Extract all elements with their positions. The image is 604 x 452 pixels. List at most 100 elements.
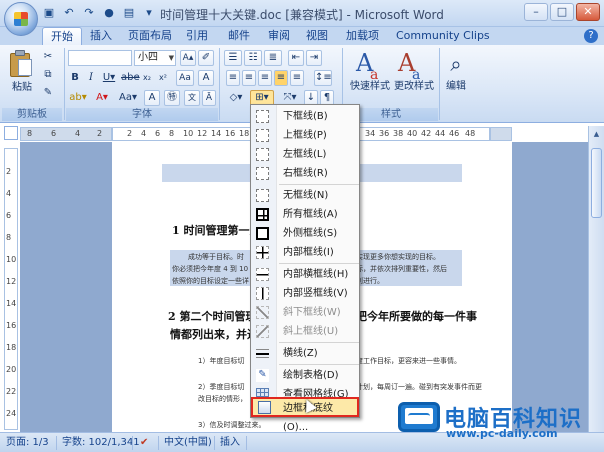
shading-button[interactable]: ◇▾: [226, 90, 246, 106]
status-word-count[interactable]: 字数: 102/1,341: [62, 433, 140, 452]
close-button[interactable]: ✕: [576, 3, 600, 21]
list-item: 计划，每周订一遍。碰到有突发事件而更: [356, 383, 482, 391]
decrease-indent-button[interactable]: ⇤: [288, 50, 304, 66]
tab-addins[interactable]: 加载项: [346, 27, 379, 45]
title-bar: ▣ ↶ ↷ ● ▤ ▾ 时间管理十大关键.doc [兼容模式] - Micros…: [0, 0, 604, 27]
menu-item-inside-vertical[interactable]: 内部竖框线(V): [251, 284, 359, 303]
copy-icon[interactable]: ⧉: [40, 67, 56, 83]
ruler-number: 14: [6, 299, 17, 308]
clear-format-button[interactable]: ✐: [198, 50, 214, 66]
phonetic-guide-button[interactable]: 文: [184, 90, 200, 106]
subscript-button[interactable]: x₂: [140, 70, 154, 86]
find-binoculars-icon[interactable]: ⌕: [444, 51, 468, 77]
cut-icon[interactable]: ✂: [40, 49, 56, 65]
font-name-field[interactable]: [68, 50, 132, 66]
tab-community-clips[interactable]: Community Clips: [396, 27, 490, 45]
highlight-color-button[interactable]: ab▾: [68, 90, 88, 106]
text-effect-button[interactable]: Ā: [202, 90, 216, 106]
status-insert-mode[interactable]: 插入: [220, 433, 240, 452]
status-language[interactable]: 中文(中国): [164, 433, 212, 452]
menu-item-horizontal-line[interactable]: 横线(Z): [251, 344, 359, 363]
vertical-scrollbar[interactable]: ▲: [588, 126, 604, 432]
paste-button[interactable]: 粘贴: [8, 80, 36, 96]
ruler-number: 42: [421, 129, 432, 138]
tab-references[interactable]: 引用: [186, 27, 208, 45]
line-spacing-button[interactable]: ↕≡: [314, 70, 332, 86]
maximize-button[interactable]: □: [550, 3, 574, 21]
status-divider: [158, 436, 159, 450]
ruler-number: 6: [6, 211, 12, 220]
menu-item-no-border[interactable]: 无框线(N): [251, 186, 359, 205]
ruler-number: 40: [407, 129, 418, 138]
tab-page-layout[interactable]: 页面布局: [128, 27, 172, 45]
superscript-button[interactable]: x²: [156, 70, 170, 86]
status-divider: [56, 436, 57, 450]
menu-item-outside-borders[interactable]: 外侧框线(S): [251, 224, 359, 243]
menu-item-diagonal-up: 斜上框线(U): [251, 322, 359, 341]
scroll-up-icon[interactable]: ▲: [591, 130, 602, 142]
change-styles-icon[interactable]: Aa: [398, 50, 426, 83]
quick-styles-button[interactable]: 快速样式: [348, 79, 392, 95]
menu-item-bottom-border[interactable]: 下框线(B): [251, 107, 359, 126]
multilevel-list-button[interactable]: ≣: [264, 50, 282, 66]
change-styles-button[interactable]: 更改样式: [392, 79, 436, 95]
status-page[interactable]: 页面: 1/3: [6, 433, 49, 452]
distributed-button[interactable]: ≡: [290, 70, 304, 86]
paragraph-line: 划进行。: [356, 277, 384, 285]
enclose-char-button[interactable]: ㊕: [164, 90, 180, 106]
menu-item-label: 左框线(L): [283, 149, 327, 160]
vertical-ruler[interactable]: 2 4 6 8 10 12 14 16 18 20 22 24: [4, 148, 18, 430]
bullets-button[interactable]: ☰: [224, 50, 242, 66]
tab-review[interactable]: 审阅: [268, 27, 290, 45]
italic-button[interactable]: I: [84, 70, 98, 86]
strikethrough-button[interactable]: abe: [120, 70, 140, 86]
align-right-button[interactable]: ≡: [258, 70, 272, 86]
bold-button[interactable]: B: [68, 70, 82, 86]
font-color-button[interactable]: A▾: [92, 90, 112, 106]
menu-item-left-border[interactable]: 左框线(L): [251, 145, 359, 164]
ruler-tab-selector[interactable]: [4, 126, 18, 140]
ruler-number: 10: [6, 255, 17, 264]
menu-item-inside-borders[interactable]: 内部框线(I): [251, 243, 359, 262]
ruler-number: 12: [197, 129, 208, 138]
underline-button[interactable]: U▾: [100, 70, 118, 86]
align-left-button[interactable]: ≡: [226, 70, 240, 86]
office-button[interactable]: [4, 2, 38, 36]
menu-item-draw-table[interactable]: ✎ 绘制表格(D): [251, 366, 359, 385]
tab-insert[interactable]: 插入: [90, 27, 112, 45]
character-shading-button[interactable]: A: [144, 90, 160, 106]
ruler-number: 24: [6, 409, 17, 418]
heading-2-cont: 把今年所要做的每一件事: [356, 310, 477, 323]
format-painter-icon[interactable]: ✎: [40, 85, 56, 101]
ruler-number: 44: [435, 129, 446, 138]
draw-table-pencil-icon: ✎: [256, 369, 269, 382]
spelling-check-icon[interactable]: ✔: [140, 433, 148, 452]
scroll-thumb[interactable]: [591, 148, 602, 218]
quick-styles-icon[interactable]: Aa: [356, 50, 384, 83]
grow-font-button[interactable]: A▴: [180, 50, 196, 66]
edit-button[interactable]: 编辑: [440, 79, 472, 95]
tab-home[interactable]: 开始: [42, 27, 82, 45]
paragraph-line: 依照你的目标设定一些详: [172, 277, 249, 285]
change-case-button[interactable]: Aa: [176, 70, 194, 86]
help-icon[interactable]: ?: [584, 29, 598, 43]
character-border-button[interactable]: A: [198, 70, 214, 86]
font-size-field[interactable]: 小四 ▼: [134, 50, 176, 66]
menu-item-right-border[interactable]: 右框线(R): [251, 164, 359, 183]
borders-dropdown-menu: 下框线(B) 上框线(P) 左框线(L) 右框线(R) 无框线(N) 所有框线(…: [250, 104, 360, 433]
outside-borders-icon: [256, 227, 269, 240]
numbering-button[interactable]: ☷: [244, 50, 262, 66]
menu-item-all-borders[interactable]: 所有框线(A): [251, 205, 359, 224]
align-center-button[interactable]: ≡: [242, 70, 256, 86]
justify-button[interactable]: ≡: [274, 70, 288, 86]
tab-mailings[interactable]: 邮件: [228, 27, 250, 45]
heading-2: 2 第二个时间管理: [168, 310, 257, 323]
minimize-button[interactable]: –: [524, 3, 548, 21]
paste-icon[interactable]: [8, 49, 34, 79]
menu-item-label: 内部框线(I): [283, 247, 334, 258]
menu-item-inside-horizontal[interactable]: 内部横框线(H): [251, 265, 359, 284]
font-size-menu-button[interactable]: Aa▾: [116, 90, 140, 106]
menu-item-top-border[interactable]: 上框线(P): [251, 126, 359, 145]
increase-indent-button[interactable]: ⇥: [306, 50, 322, 66]
tab-view[interactable]: 视图: [306, 27, 328, 45]
